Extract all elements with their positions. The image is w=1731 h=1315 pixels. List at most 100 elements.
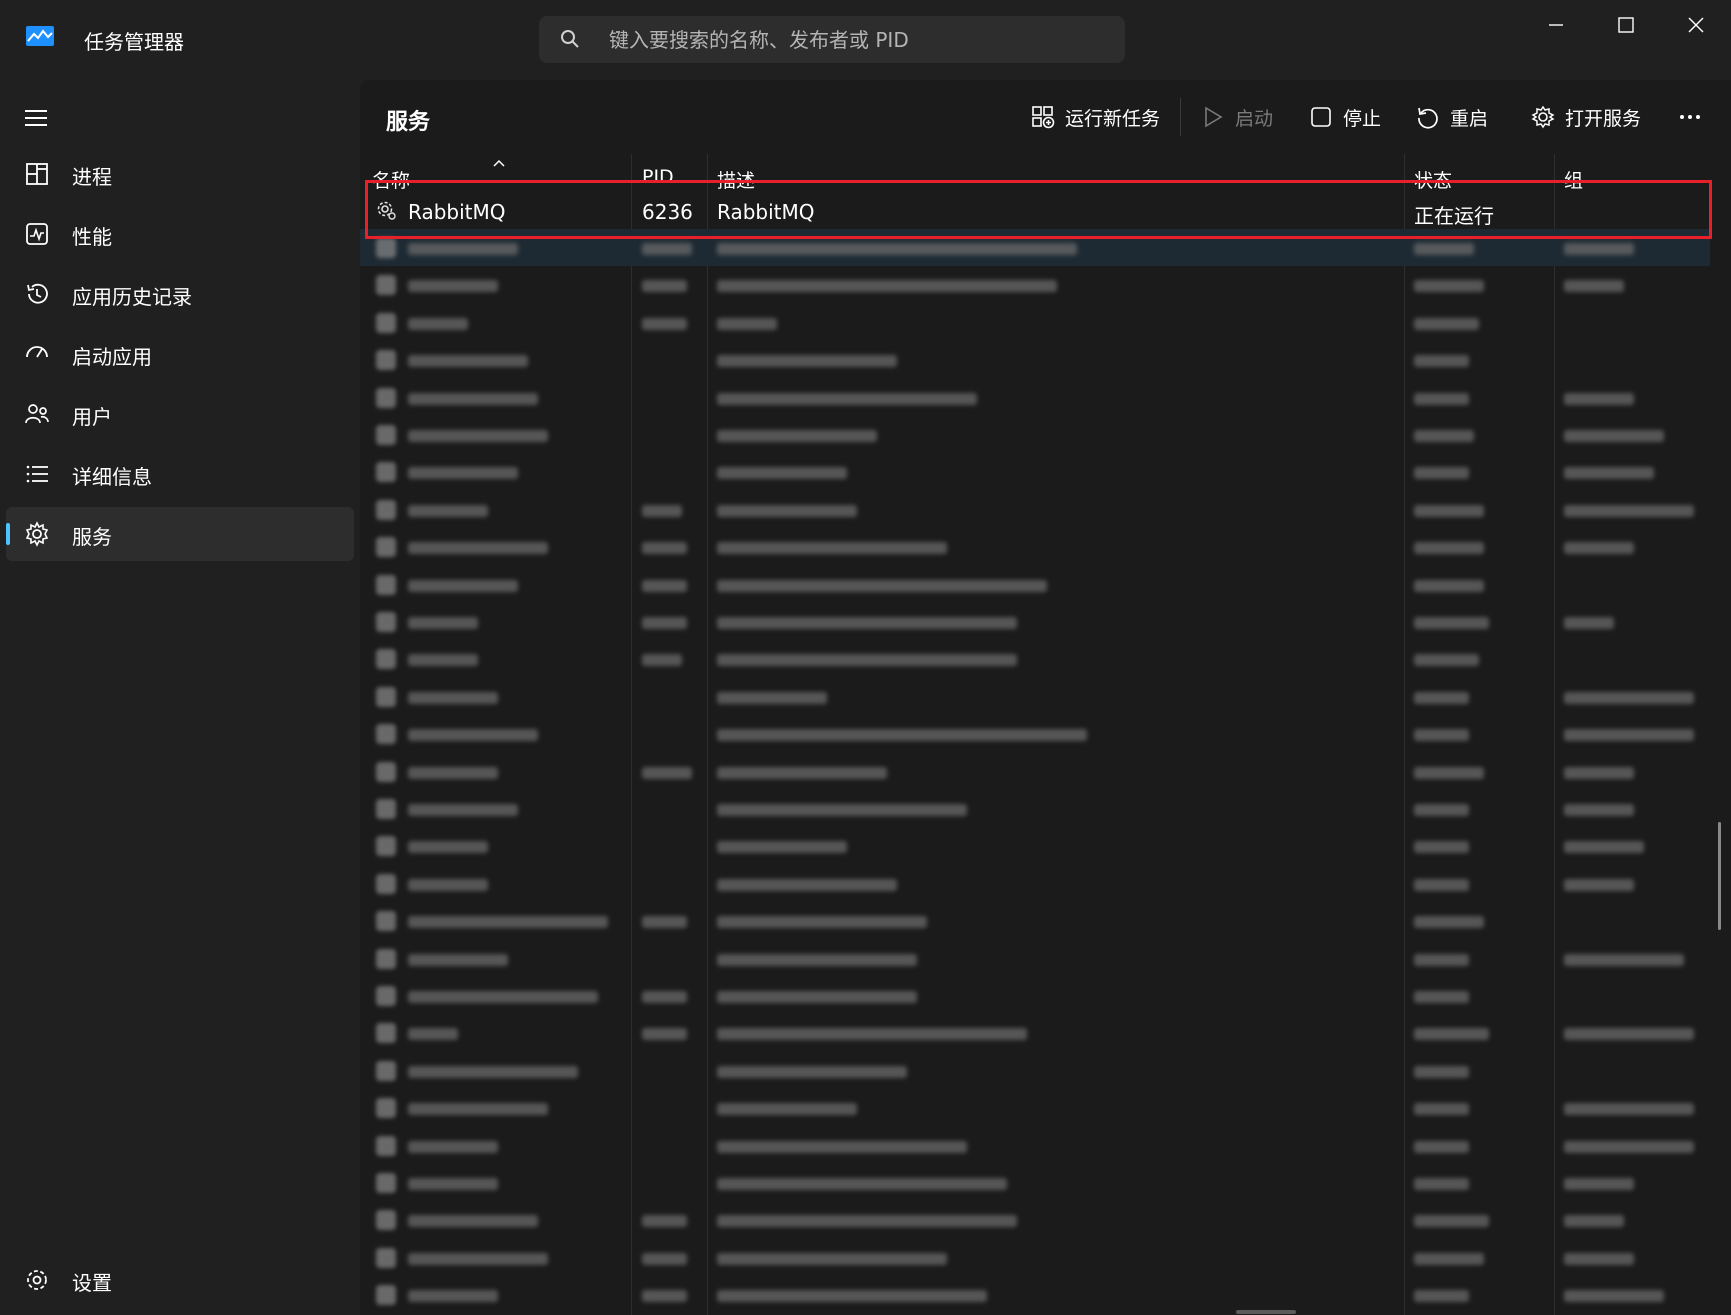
table-row[interactable] (360, 940, 1710, 977)
restart-button[interactable]: 重启 (1416, 100, 1488, 134)
run-new-task-button[interactable]: 运行新任务 (1031, 100, 1160, 134)
table-row[interactable] (360, 715, 1710, 752)
redacted-cell (717, 243, 1077, 255)
redacted-cell (1564, 841, 1644, 854)
nav-item-startup-apps[interactable]: 启动应用 (6, 327, 354, 381)
redacted-cell (717, 1290, 987, 1303)
redacted-cell (642, 617, 687, 629)
table-row[interactable] (360, 1164, 1710, 1201)
redacted-cell (408, 243, 518, 255)
hamburger-menu-icon[interactable] (22, 106, 50, 130)
table-row[interactable] (360, 453, 1710, 490)
service-gear-icon (376, 425, 396, 445)
table-row[interactable] (360, 1276, 1710, 1313)
table-row[interactable] (360, 603, 1710, 640)
redacted-cell (408, 280, 498, 293)
table-row[interactable] (360, 902, 1710, 939)
table-row[interactable] (360, 753, 1710, 790)
redacted-cell (408, 1290, 498, 1303)
search-input[interactable] (609, 16, 1109, 63)
redacted-cell (717, 1065, 907, 1078)
column-header-group[interactable]: 组 (1564, 166, 1583, 193)
nav-item-app-history[interactable]: 应用历史记录 (6, 267, 354, 321)
redacted-cell (1414, 1215, 1489, 1228)
table-row-rabbitmq[interactable]: RabbitMQ 6236 RabbitMQ 正在运行 (360, 192, 1710, 229)
service-gear-icon (376, 499, 396, 520)
table-row[interactable] (360, 491, 1710, 528)
table-row[interactable] (360, 1127, 1710, 1164)
redacted-cell (1564, 1178, 1634, 1190)
service-gear-icon (376, 462, 396, 483)
redacted-cell (1414, 1252, 1484, 1265)
column-header-description[interactable]: 描述 (717, 166, 755, 193)
redacted-cell (1564, 280, 1624, 293)
table-row[interactable] (360, 1052, 1710, 1089)
table-row[interactable] (360, 229, 1710, 266)
nav-item-performance[interactable]: 性能 (6, 207, 354, 261)
table-row[interactable] (360, 304, 1710, 341)
nav-item-services[interactable]: 服务 (6, 507, 354, 561)
redacted-cell (1564, 1140, 1694, 1153)
nav-item-users[interactable]: 用户 (6, 387, 354, 441)
column-header-pid[interactable]: PID (642, 166, 674, 188)
redacted-cell (408, 804, 518, 816)
table-row[interactable] (360, 1239, 1710, 1276)
column-header-status[interactable]: 状态 (1414, 166, 1452, 193)
redacted-cell (717, 467, 847, 480)
redacted-cell (408, 1140, 498, 1153)
table-row[interactable] (360, 790, 1710, 827)
table-row[interactable] (360, 827, 1710, 864)
service-gear-icon (376, 873, 396, 894)
redacted-cell (642, 504, 682, 517)
table-row[interactable] (360, 341, 1710, 378)
table-row[interactable] (360, 977, 1710, 1014)
table-row[interactable] (360, 379, 1710, 416)
table-row[interactable] (360, 1201, 1710, 1238)
more-options-button[interactable] (1678, 100, 1712, 134)
performance-icon (26, 223, 48, 245)
redacted-cell (1414, 430, 1474, 442)
table-header: 名称 PID 描述 状态 组 (360, 154, 1710, 193)
table-row[interactable] (360, 678, 1710, 715)
nav-item-processes[interactable]: 进程 (6, 147, 354, 201)
redacted-cell (717, 691, 827, 704)
redacted-cell (408, 1252, 548, 1265)
table-row[interactable] (360, 865, 1710, 902)
redacted-cell (1414, 1140, 1469, 1153)
redacted-cell (1414, 504, 1484, 517)
redacted-cell (408, 1065, 578, 1078)
nav-item-settings[interactable]: 设置 (6, 1253, 354, 1307)
nav-item-details[interactable]: 详细信息 (6, 447, 354, 501)
table-row[interactable] (360, 1014, 1710, 1051)
horizontal-scrollbar-thumb[interactable] (1236, 1310, 1296, 1314)
column-header-name[interactable]: 名称 (372, 166, 410, 193)
nav-label-services: 服务 (72, 525, 112, 549)
table-row[interactable] (360, 1089, 1710, 1126)
redacted-cell (408, 542, 548, 555)
start-button[interactable]: 启动 (1201, 100, 1273, 134)
vertical-scrollbar-thumb[interactable] (1718, 822, 1721, 930)
open-services-label: 打开服务 (1565, 107, 1642, 130)
redacted-cell (408, 654, 478, 667)
redacted-cell (1414, 579, 1484, 592)
nav-label-settings: 设置 (72, 1271, 112, 1295)
stop-button[interactable]: 停止 (1309, 100, 1381, 134)
service-gear-icon (376, 799, 396, 819)
redacted-cell (1564, 878, 1634, 891)
minimize-button[interactable] (1521, 0, 1591, 50)
service-gear-icon (376, 612, 396, 632)
redacted-cell (408, 766, 498, 779)
maximize-button[interactable] (1591, 0, 1661, 50)
table-row[interactable] (360, 416, 1710, 453)
table-row[interactable] (360, 528, 1710, 565)
table-row[interactable] (360, 566, 1710, 603)
table-row[interactable] (360, 266, 1710, 303)
redacted-cell (408, 467, 518, 480)
service-gear-icon (376, 911, 396, 932)
redacted-cell (1414, 243, 1474, 255)
search-box[interactable] (539, 16, 1125, 63)
service-gear-icon (376, 312, 396, 333)
open-services-button[interactable]: 打开服务 (1531, 100, 1641, 134)
close-button[interactable] (1661, 0, 1731, 50)
table-row[interactable] (360, 640, 1710, 677)
